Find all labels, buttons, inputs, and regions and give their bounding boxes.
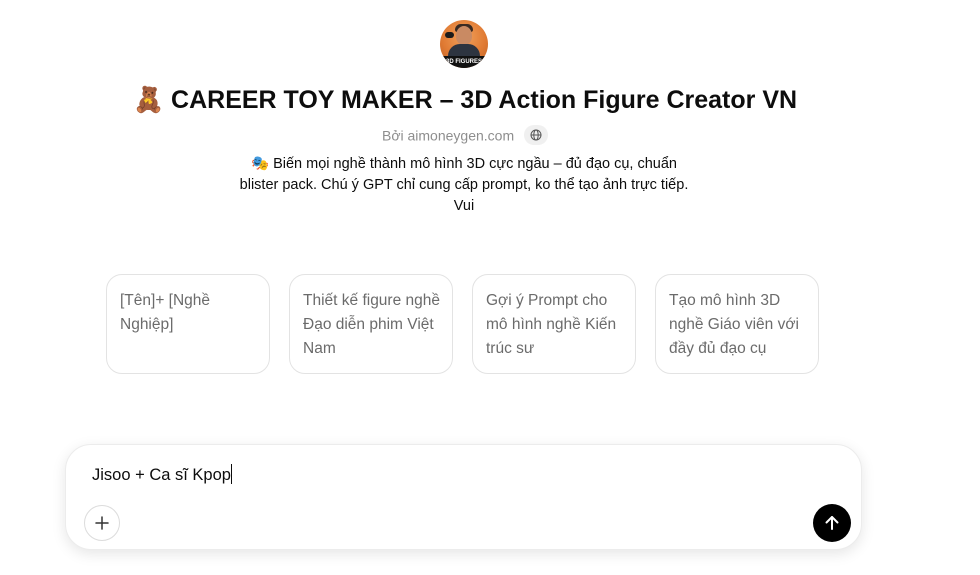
starter-card[interactable]: [Tên]+ [Nghề Nghiệp]	[106, 274, 270, 374]
gpt-title-text: CAREER TOY MAKER – 3D Action Figure Crea…	[171, 86, 798, 114]
text-caret	[230, 464, 232, 484]
plus-icon	[95, 516, 109, 530]
gpt-description: 🎭 Biến mọi nghề thành mô hình 3D cực ngầ…	[235, 154, 693, 217]
teddy-bear-emoji: 🧸	[132, 86, 165, 114]
starter-card[interactable]: Thiết kế figure nghề Đạo diễn phim Việt …	[289, 274, 453, 374]
gamepad-icon	[445, 32, 454, 38]
starter-card[interactable]: Gợi ý Prompt cho mô hình nghề Kiến trúc …	[472, 274, 636, 374]
gpt-byline: Bởi aimoneygen.com	[0, 125, 930, 147]
arrow-up-icon	[825, 516, 839, 530]
gpt-avatar: 3D FIGURES	[440, 20, 488, 68]
message-composer: Jisoo + Ca sĩ Kpop	[65, 444, 862, 550]
avatar-label: 3D FIGURES	[440, 56, 488, 68]
gpt-title: 🧸 CAREER TOY MAKER – 3D Action Figure Cr…	[0, 86, 930, 115]
performing-arts-emoji: 🎭	[251, 156, 270, 172]
gpt-description-text: Biến mọi nghề thành mô hình 3D cực ngầu …	[239, 156, 689, 214]
starter-card[interactable]: Tạo mô hình 3D nghề Giáo viên với đầy đủ…	[655, 274, 819, 374]
author-text: Bởi aimoneygen.com	[381, 127, 515, 144]
globe-icon[interactable]	[524, 125, 549, 145]
avatar-head	[456, 26, 472, 45]
attach-button[interactable]	[84, 505, 120, 541]
send-button[interactable]	[813, 504, 851, 542]
message-input[interactable]: Jisoo + Ca sĩ Kpop	[92, 464, 232, 485]
message-input-text: Jisoo + Ca sĩ Kpop	[92, 466, 231, 484]
